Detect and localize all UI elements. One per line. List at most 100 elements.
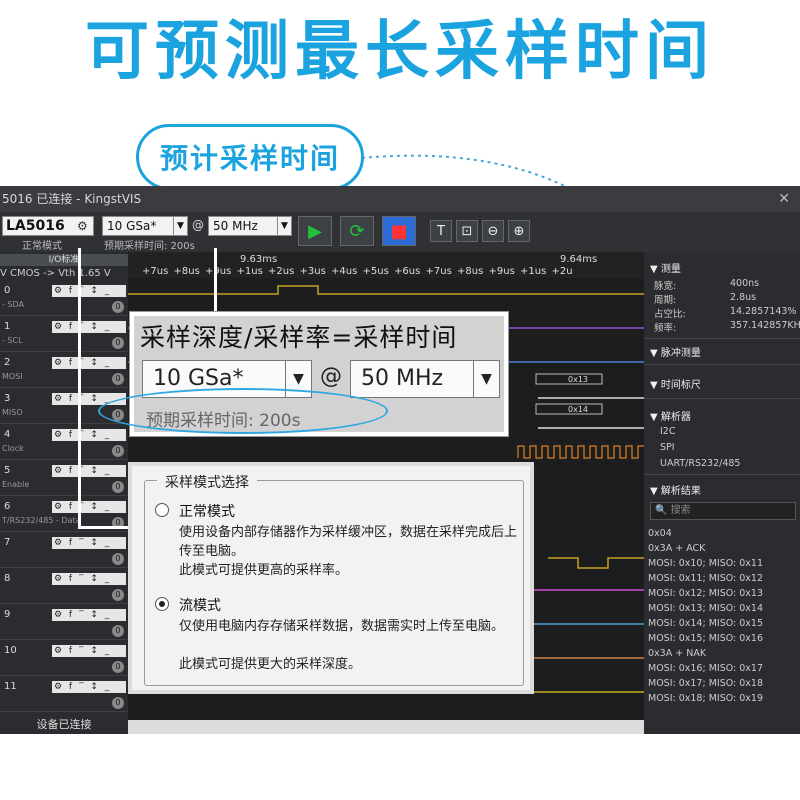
- channel-row[interactable]: 11 ⚙ f ‾ ↕ _ 0: [0, 678, 128, 712]
- status-text: 设备已连接: [0, 716, 128, 734]
- result-item[interactable]: MOSI: 0x17; MISO: 0x18: [648, 678, 763, 689]
- decoder-item[interactable]: SPI: [660, 442, 675, 453]
- channel-controls[interactable]: ⚙ f ‾ ↕ _: [52, 537, 126, 549]
- result-item[interactable]: MOSI: 0x18; MISO: 0x19: [648, 693, 763, 704]
- channel-controls[interactable]: ⚙ f ‾ ↕ _: [52, 357, 126, 369]
- channel-row[interactable]: 1 - SCL ⚙ f ‾ ↕ _ 0: [0, 318, 128, 352]
- zoom-in-icon: ⊕: [513, 223, 525, 239]
- decoder-header[interactable]: ▼ 解析器: [650, 408, 691, 423]
- at-sign: @: [320, 364, 342, 389]
- zoom-in-button[interactable]: ⊕: [508, 220, 530, 242]
- divider: [644, 474, 800, 475]
- channel-controls[interactable]: ⚙ f ‾ ↕ _: [52, 285, 126, 297]
- channel-row[interactable]: 8 ⚙ f ‾ ↕ _ 0: [0, 570, 128, 604]
- channel-controls[interactable]: ⚙ f ‾ ↕ _: [52, 645, 126, 657]
- device-name: LA5016: [6, 218, 65, 234]
- channel-row[interactable]: 4 Clock ⚙ f ‾ ↕ _ 0: [0, 426, 128, 460]
- channel-row[interactable]: 10 ⚙ f ‾ ↕ _ 0: [0, 642, 128, 676]
- stream-mode-radio[interactable]: [155, 597, 169, 611]
- run-button[interactable]: ▶: [298, 216, 332, 246]
- search-input[interactable]: 🔍 搜索: [650, 502, 796, 520]
- channel-number: 0: [4, 285, 11, 296]
- normal-mode-title: 正常模式: [179, 504, 235, 520]
- measure-value: 400ns: [730, 278, 760, 289]
- normal-mode-desc2: 此模式可提供更高的采样率。: [179, 563, 349, 578]
- channel-name: MISO: [2, 408, 23, 417]
- io-standard-tab[interactable]: I/O标准: [0, 254, 128, 266]
- channel-number: 2: [4, 357, 11, 368]
- zoom-out-button[interactable]: ⊖: [482, 220, 504, 242]
- zoom-fit-icon: ⊡: [461, 223, 473, 239]
- channel-controls[interactable]: ⚙ f ‾ ↕ _: [52, 321, 126, 333]
- time-ruler: 9.63ms 9.64ms +7us +8us +9us +1us +2us +3us +4…: [128, 252, 644, 278]
- title-bar: 5016 已连接 - KingstVIS ✕: [0, 186, 800, 212]
- time-ruler-header[interactable]: ▼ 时间标尺: [650, 376, 701, 391]
- channel-number: 5: [4, 465, 11, 476]
- divider: [644, 338, 800, 339]
- zoom-fit-button[interactable]: ⊡: [456, 220, 478, 242]
- estimated-time-label: 预期采样时间: 200s: [104, 241, 195, 252]
- loop-icon: ⟳: [349, 220, 365, 242]
- result-item[interactable]: MOSI: 0x13; MISO: 0x14: [648, 603, 763, 614]
- chevron-down-icon: ▼: [173, 217, 187, 235]
- channel-zero-badge: 0: [112, 589, 124, 601]
- channel-row[interactable]: 5 Enable ⚙ f ‾ ↕ _ 0: [0, 462, 128, 496]
- ruler-tick: +5us: [362, 266, 389, 277]
- frequency-select-zoomed[interactable]: 50 MHz ▼: [350, 360, 500, 398]
- channel-name: Clock: [2, 444, 24, 453]
- result-item[interactable]: MOSI: 0x10; MISO: 0x11: [648, 558, 763, 569]
- channel-row[interactable]: 2 MOSI ⚙ f ‾ ↕ _ 0: [0, 354, 128, 388]
- channel-row[interactable]: 0 - SDA ⚙ f ‾ ↕ _ 0: [0, 282, 128, 316]
- normal-mode-radio[interactable]: [155, 503, 169, 517]
- results-header[interactable]: ▼ 解析结果: [650, 482, 701, 497]
- channel-zero-badge: 0: [112, 301, 124, 313]
- highlight-ellipse: [98, 388, 388, 434]
- decoder-item[interactable]: I2C: [660, 426, 675, 437]
- channel-panel: I/O标准 V CMOS -> Vth 1.65 V 0 - SDA ⚙ f ‾ ↕…: [0, 252, 128, 734]
- channel-number: 3: [4, 393, 11, 404]
- loop-run-button[interactable]: ⟳: [340, 216, 374, 246]
- channel-controls[interactable]: ⚙ f ‾ ↕ _: [52, 681, 126, 693]
- normal-mode-desc: 使用设备内部存储器作为采样缓冲区，数据在采样完成后上传至电脑。: [179, 525, 518, 559]
- horizontal-scrollbar[interactable]: [128, 720, 644, 734]
- result-item[interactable]: MOSI: 0x11; MISO: 0x12: [648, 573, 763, 584]
- page-root: 可预测最长采样时间 预计采样时间 5016 已连接 - KingstVIS ✕ …: [0, 0, 800, 800]
- callout-connector: [78, 248, 81, 528]
- result-item[interactable]: MOSI: 0x14; MISO: 0x15: [648, 618, 763, 629]
- gear-icon[interactable]: ⚙: [77, 219, 91, 233]
- toolbar: LA5016 ⚙ 正常模式 10 GSa* ▼ @ 50 MHz ▼ 预期采样时…: [0, 212, 800, 252]
- stream-mode-desc2: 此模式可提供更大的采样深度。: [179, 657, 362, 672]
- ruler-tick: +9us: [488, 266, 515, 277]
- measure-label: 占空比:: [654, 309, 686, 320]
- result-item[interactable]: 0x3A + ACK: [648, 543, 705, 554]
- frequency-select[interactable]: 50 MHz ▼: [208, 216, 292, 236]
- measure-value: 357.142857KH: [730, 320, 800, 331]
- channel-number: 9: [4, 609, 11, 620]
- ruler-tick: +1us: [520, 266, 547, 277]
- result-item[interactable]: 0x04: [648, 528, 672, 539]
- stop-button[interactable]: ■: [382, 216, 416, 246]
- measure-header[interactable]: ▼ 测量: [650, 260, 681, 275]
- decoder-item[interactable]: UART/RS232/485: [660, 458, 740, 469]
- result-item[interactable]: MOSI: 0x15; MISO: 0x16: [648, 633, 763, 644]
- ruler-tick: +3us: [299, 266, 326, 277]
- channel-controls[interactable]: ⚙ f ‾ ↕ _: [52, 429, 126, 441]
- device-select[interactable]: LA5016 ⚙: [2, 216, 94, 236]
- ruler-tick: +6us: [394, 266, 421, 277]
- channel-controls[interactable]: ⚙ f ‾ ↕ _: [52, 501, 126, 513]
- channel-controls[interactable]: ⚙ f ‾ ↕ _: [52, 465, 126, 477]
- stop-icon: ■: [390, 220, 408, 242]
- callout-connector: [214, 248, 217, 314]
- channel-row[interactable]: 7 ⚙ f ‾ ↕ _ 0: [0, 534, 128, 568]
- channel-number: 1: [4, 321, 11, 332]
- result-item[interactable]: MOSI: 0x12; MISO: 0x13: [648, 588, 763, 599]
- close-icon[interactable]: ✕: [778, 186, 790, 212]
- channel-controls[interactable]: ⚙ f ‾ ↕ _: [52, 573, 126, 585]
- pulse-measure-header[interactable]: ▼ 脉冲测量: [650, 344, 701, 359]
- result-item[interactable]: MOSI: 0x16; MISO: 0x17: [648, 663, 763, 674]
- result-item[interactable]: 0x3A + NAK: [648, 648, 706, 659]
- text-tool-button[interactable]: T: [430, 220, 452, 242]
- sample-rate-select[interactable]: 10 GSa* ▼: [102, 216, 188, 236]
- channel-controls[interactable]: ⚙ f ‾ ↕ _: [52, 609, 126, 621]
- channel-row[interactable]: 9 ⚙ f ‾ ↕ _ 0: [0, 606, 128, 640]
